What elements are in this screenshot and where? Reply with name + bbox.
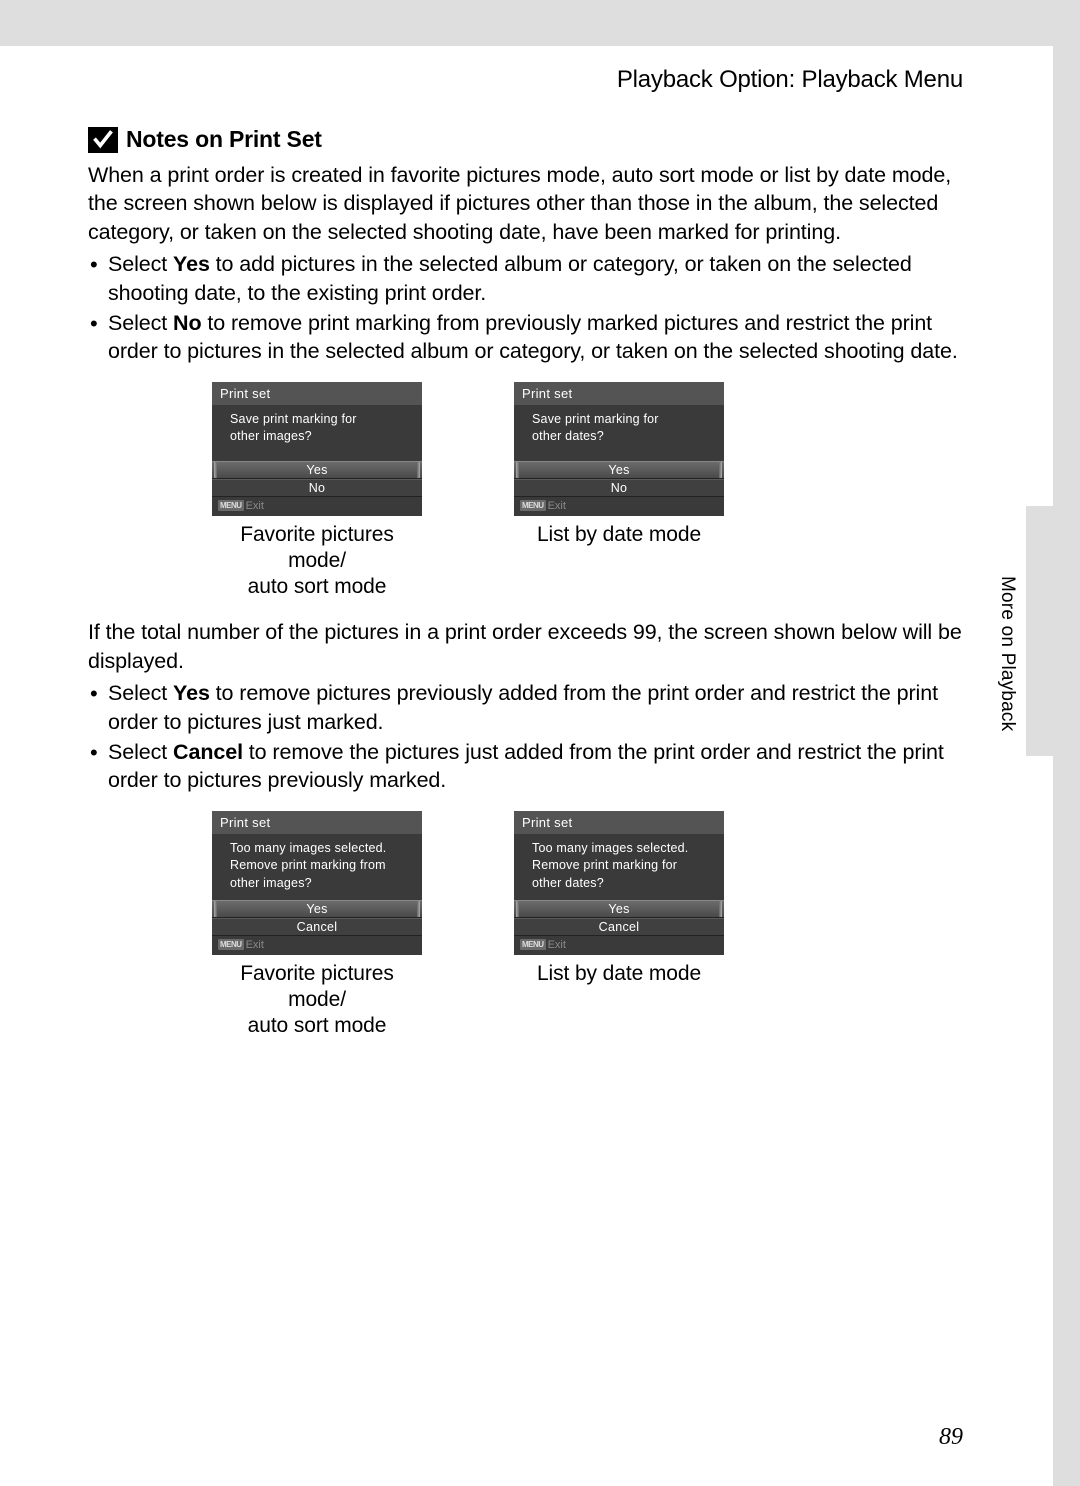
lcd-footer: MENU Exit: [514, 497, 724, 516]
lcd-message: Save print marking for other images?: [212, 405, 422, 461]
check-icon: [88, 127, 118, 153]
lcd-option-yes[interactable]: Yes: [514, 461, 724, 479]
lcd-screen: Print set Too many images selected. Remo…: [212, 811, 422, 955]
lcd-message: Too many images selected. Remove print m…: [212, 834, 422, 900]
page-header: Playback Option: Playback Menu: [88, 66, 963, 94]
lcd-message: Save print marking for other dates?: [514, 405, 724, 461]
manual-page: Playback Option: Playback Menu Notes on …: [0, 46, 1053, 1486]
lcd-option-yes[interactable]: Yes: [514, 900, 724, 918]
list-item: Select Yes to remove pictures previously…: [88, 679, 963, 736]
screenshot-row-1: Print set Save print marking for other i…: [212, 382, 963, 601]
lcd-screen: Print set Save print marking for other i…: [212, 382, 422, 516]
screenshot-row-2: Print set Too many images selected. Remo…: [212, 811, 963, 1040]
screenshot-caption: Favorite pictures mode/ auto sort mode: [212, 961, 422, 1040]
lcd-title: Print set: [514, 811, 724, 834]
screenshot-caption: Favorite pictures mode/ auto sort mode: [212, 522, 422, 601]
lcd-option-no[interactable]: No: [514, 479, 724, 497]
menu-icon: MENU: [218, 500, 244, 511]
lcd-footer: MENU Exit: [212, 497, 422, 516]
list-item: Select Yes to add pictures in the select…: [88, 250, 963, 307]
lcd-screen: Print set Save print marking for other d…: [514, 382, 724, 516]
lcd-footer: MENU Exit: [514, 936, 724, 955]
menu-icon: MENU: [520, 500, 546, 511]
page-number: 89: [939, 1424, 963, 1451]
list-item: Select Cancel to remove the pictures jus…: [88, 738, 963, 795]
screenshot-right: Print set Too many images selected. Remo…: [514, 811, 724, 1040]
lcd-footer: MENU Exit: [212, 936, 422, 955]
side-tab: [1026, 506, 1053, 756]
lcd-message: Too many images selected. Remove print m…: [514, 834, 724, 900]
screenshot-left: Print set Too many images selected. Remo…: [212, 811, 422, 1040]
section-heading: Notes on Print Set: [88, 126, 963, 153]
side-section-label: More on Playback: [996, 576, 1018, 731]
mid-paragraph: If the total number of the pictures in a…: [88, 618, 963, 675]
lcd-screen: Print set Too many images selected. Remo…: [514, 811, 724, 955]
screenshot-right: Print set Save print marking for other d…: [514, 382, 724, 601]
lcd-option-no[interactable]: No: [212, 479, 422, 497]
lcd-title: Print set: [514, 382, 724, 405]
list-item: Select No to remove print marking from p…: [88, 309, 963, 366]
menu-icon: MENU: [520, 939, 546, 950]
lcd-title: Print set: [212, 382, 422, 405]
menu-icon: MENU: [218, 939, 244, 950]
bullet-list-2: Select Yes to remove pictures previously…: [88, 679, 963, 795]
bullet-list-1: Select Yes to add pictures in the select…: [88, 250, 963, 366]
lcd-option-cancel[interactable]: Cancel: [212, 918, 422, 936]
section-title: Notes on Print Set: [126, 126, 322, 153]
lcd-option-yes[interactable]: Yes: [212, 900, 422, 918]
lcd-option-cancel[interactable]: Cancel: [514, 918, 724, 936]
lcd-title: Print set: [212, 811, 422, 834]
lcd-option-yes[interactable]: Yes: [212, 461, 422, 479]
intro-paragraph: When a print order is created in favorit…: [88, 161, 963, 246]
screenshot-caption: List by date mode: [514, 522, 724, 548]
screenshot-left: Print set Save print marking for other i…: [212, 382, 422, 601]
screenshot-caption: List by date mode: [514, 961, 724, 987]
